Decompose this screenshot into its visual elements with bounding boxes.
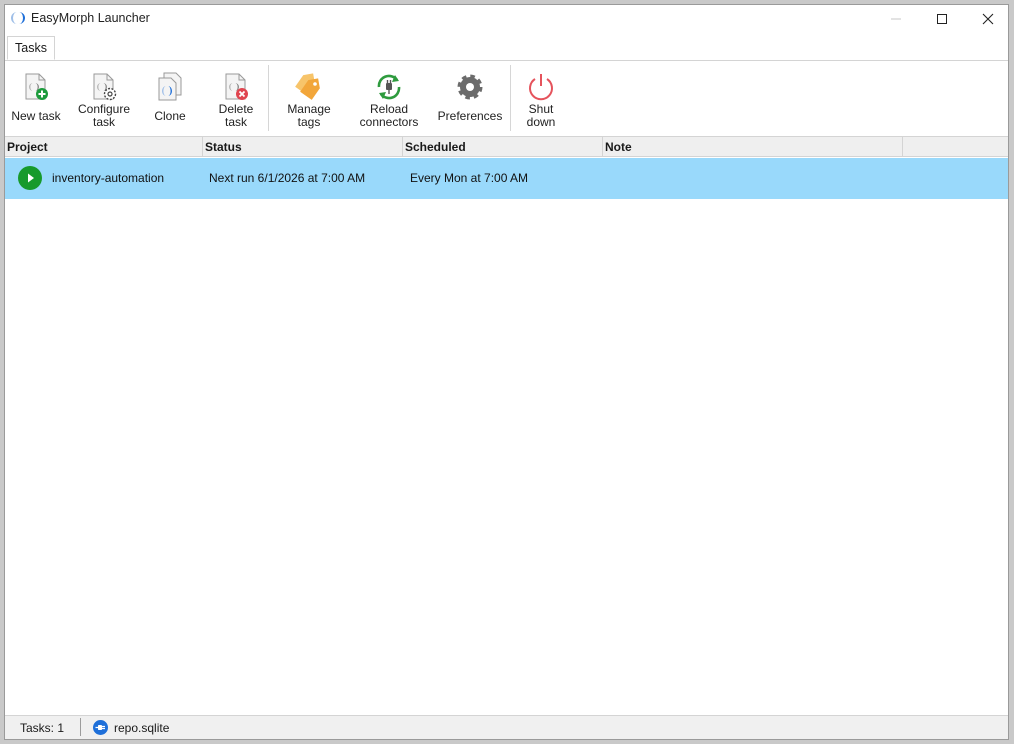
document-gear-icon xyxy=(93,73,117,101)
status-cell: Next run 6/1/2026 at 7:00 AM xyxy=(209,171,366,185)
project-cell: inventory-automation xyxy=(52,171,165,185)
scheduled-cell: Every Mon at 7:00 AM xyxy=(410,171,529,185)
minimize-icon xyxy=(891,18,901,20)
play-icon[interactable] xyxy=(18,166,42,190)
launcher-window: EasyMorph Launcher Tasks New task Config… xyxy=(4,4,1009,740)
ribbon-tabs: Tasks xyxy=(5,33,1008,61)
configure-task-label: Configure task xyxy=(77,102,131,129)
shut-down-label: Shut down xyxy=(526,102,556,129)
column-header-project[interactable]: Project xyxy=(5,137,203,157)
toolbar-separator xyxy=(268,65,269,131)
document-add-icon xyxy=(25,73,48,100)
delete-task-label: Delete task xyxy=(218,102,254,129)
new-task-button[interactable]: New task xyxy=(7,61,65,133)
delete-task-button[interactable]: Delete task xyxy=(209,61,263,133)
new-task-label: New task xyxy=(11,109,61,123)
preferences-label: Preferences xyxy=(437,109,503,123)
manage-tags-label: Manage tags xyxy=(287,102,331,129)
preferences-button[interactable]: Preferences xyxy=(435,61,505,133)
easymorph-logo-icon xyxy=(11,12,25,24)
configure-task-button[interactable]: Configure task xyxy=(73,61,135,133)
power-icon xyxy=(529,74,553,101)
plug-reload-icon xyxy=(377,74,401,100)
status-bar: Tasks: 1 repo.sqlite xyxy=(5,715,1008,739)
column-header-note[interactable]: Note xyxy=(603,137,903,157)
window-title: EasyMorph Launcher xyxy=(31,11,150,25)
table-row[interactable]: inventory-automation Next run 6/1/2026 a… xyxy=(5,158,1008,199)
clone-label: Clone xyxy=(154,109,186,123)
toolbar: New task Configure task Clone Delete tas… xyxy=(5,61,1008,135)
tab-tasks[interactable]: Tasks xyxy=(7,36,55,60)
documents-copy-icon xyxy=(158,72,182,101)
gear-icon xyxy=(457,74,483,100)
close-button[interactable] xyxy=(965,5,1008,33)
tasks-count: Tasks: 1 xyxy=(20,721,65,735)
maximize-button[interactable] xyxy=(919,5,965,33)
shut-down-button[interactable]: Shut down xyxy=(519,61,563,133)
minimize-button[interactable] xyxy=(873,5,919,33)
title-bar[interactable]: EasyMorph Launcher xyxy=(5,5,1008,33)
column-header-status[interactable]: Status xyxy=(203,137,403,157)
repository-name[interactable]: repo.sqlite xyxy=(114,721,169,735)
tags-icon xyxy=(295,73,320,100)
manage-tags-button[interactable]: Manage tags xyxy=(279,61,339,133)
database-plug-icon xyxy=(93,720,108,735)
reload-connectors-label: Reload connectors xyxy=(359,102,419,129)
column-header-scheduled[interactable]: Scheduled xyxy=(403,137,603,157)
status-separator xyxy=(80,718,81,736)
toolbar-separator xyxy=(510,65,511,131)
table-header: Project Status Scheduled Note xyxy=(5,136,1008,157)
reload-connectors-button[interactable]: Reload connectors xyxy=(353,61,425,133)
maximize-icon xyxy=(937,14,947,24)
document-delete-icon xyxy=(225,73,248,100)
clone-button[interactable]: Clone xyxy=(145,61,195,133)
close-icon xyxy=(982,13,994,25)
